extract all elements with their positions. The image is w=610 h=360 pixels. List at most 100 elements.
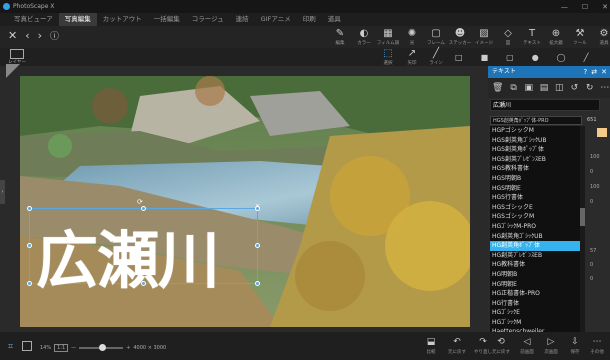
bring-front-icon[interactable]: ▣ <box>524 83 534 93</box>
zoom-slider-knob[interactable] <box>99 344 107 351</box>
menu-item[interactable]: コラージュ <box>186 13 230 26</box>
maximize-button[interactable]: ☐ <box>582 3 588 11</box>
zoom-out-icon[interactable]: — <box>71 345 76 351</box>
bottom-prev-button[interactable]: ◁ 前画面 <box>516 337 538 355</box>
font-list-item[interactable]: HG教科書体 <box>490 260 580 270</box>
text-color-swatch[interactable] <box>597 128 607 137</box>
bottom-undo-button[interactable]: ↶ 元に戻す <box>446 337 468 355</box>
minimize-button[interactable]: — <box>561 3 568 11</box>
font-list-item[interactable]: HGS創英角ｺﾞｼｯｸUB <box>490 136 580 146</box>
zoom-box[interactable]: 1:1 <box>54 344 69 352</box>
resize-handle[interactable] <box>27 206 32 211</box>
font-list-item[interactable]: HGS創英ﾌﾟﾚｾﾞﾝｽEB <box>490 155 580 165</box>
resize-handle[interactable] <box>141 206 146 211</box>
font-size-value[interactable]: 651 <box>587 116 601 125</box>
property-value[interactable]: 0 <box>590 276 608 282</box>
back-icon[interactable]: ‹ <box>25 29 29 42</box>
menu-item[interactable]: 写真ビューア <box>8 13 59 26</box>
property-value[interactable]: 0 <box>590 199 608 205</box>
rotate-right-icon[interactable]: ↻ <box>585 83 595 93</box>
toolbar-text-button[interactable]: T テキスト <box>519 28 545 46</box>
font-list-item[interactable]: HGS創英角ﾎﾟｯﾌﾟ体 <box>490 145 580 155</box>
property-value[interactable]: 100 <box>590 184 608 190</box>
menu-item[interactable]: 連結 <box>230 13 255 26</box>
close-icon[interactable]: ✕ <box>8 29 17 42</box>
resize-handle[interactable] <box>255 243 260 248</box>
sub-arrow-button[interactable]: ↗ 矢印 <box>399 48 425 66</box>
delete-icon[interactable]: 🗑 <box>492 83 503 93</box>
rotate-left-icon[interactable]: ↺ <box>569 83 579 93</box>
resize-handle[interactable] <box>27 243 32 248</box>
duplicate-icon[interactable]: ⧉ <box>508 83 518 93</box>
menu-item[interactable]: 一括編集 <box>148 13 186 26</box>
font-list-item[interactable]: HGSゴシックM <box>490 212 580 222</box>
fill-rect-icon[interactable]: ■ <box>481 53 489 62</box>
font-list-item[interactable]: HGｺﾞｼｯｸM <box>490 318 580 328</box>
text-input[interactable]: 広瀬川 <box>490 99 600 111</box>
font-list-item[interactable]: HGｺﾞｼｯｸE <box>490 308 580 318</box>
menu-item[interactable]: 道具 <box>322 13 347 26</box>
toolbar-tool-button[interactable]: ⚒ ツール <box>567 28 593 46</box>
font-list-item[interactable]: HGPゴシックM <box>490 126 580 136</box>
delete-layer-icon[interactable]: ✕ <box>255 203 260 210</box>
resize-handle[interactable] <box>141 281 146 286</box>
send-back-icon[interactable]: ▤ <box>539 83 549 93</box>
bottom-save-button[interactable]: ⇩ 保存 <box>564 337 586 355</box>
close-window-button[interactable]: ✕ <box>602 3 608 11</box>
bottom-next-button[interactable]: ▷ 次画面 <box>540 337 562 355</box>
toolbar-figure-button[interactable]: ◇ 図 <box>495 28 521 46</box>
rect-shape-icon[interactable]: □ <box>455 53 463 62</box>
info-icon[interactable]: ⓘ <box>50 29 59 42</box>
font-list-item[interactable]: HG正楷書体-PRO <box>490 289 580 299</box>
resize-handle[interactable] <box>255 281 260 286</box>
toolbar-sticker-button[interactable]: ☻ ステッカー <box>447 28 473 46</box>
menu-item[interactable]: GIFアニメ <box>255 13 297 26</box>
bottom-more-button[interactable]: ⋯ その他 <box>586 337 608 355</box>
circle-shape-icon[interactable]: ● <box>532 53 539 62</box>
font-list-item[interactable]: HGS明朝B <box>490 174 580 184</box>
font-list-item[interactable]: HG創英ﾌﾟﾚｾﾞﾝｽEB <box>490 251 580 261</box>
menu-item[interactable]: 印刷 <box>297 13 322 26</box>
grid-icon[interactable]: ⌗ <box>8 342 13 352</box>
zoom-in-icon[interactable]: + <box>126 345 130 351</box>
font-list-item[interactable]: HGS教科書体 <box>490 164 580 174</box>
layer-button[interactable]: レイヤー <box>6 49 28 65</box>
sub-select-button[interactable]: ⬚ 選択 <box>375 48 401 66</box>
bottom-compare-button[interactable]: ⬓ 比較 <box>420 337 442 355</box>
round-rect-icon[interactable]: ▢ <box>506 53 514 62</box>
menu-item[interactable]: カットアウト <box>97 13 148 26</box>
toolbar-light-button[interactable]: ✺ 光 <box>399 28 425 46</box>
bottom-revert-button[interactable]: ⟲ 元に戻す <box>490 337 512 355</box>
font-list-item[interactable]: HG創英角ｺﾞｼｯｸUB <box>490 232 580 242</box>
font-select[interactable]: HGS創英角ﾎﾟｯﾌﾟ体-PRO <box>490 116 582 125</box>
font-list-item[interactable]: HGSゴシックE <box>490 203 580 213</box>
resize-handle[interactable] <box>27 281 32 286</box>
pin-icon[interactable]: ⇄ <box>591 66 597 78</box>
menu-item[interactable]: 写真編集 <box>58 13 97 26</box>
zoom-slider[interactable] <box>79 344 124 351</box>
pen-tool-icon[interactable]: ╱ <box>584 53 589 62</box>
font-list-item[interactable]: HGｺﾞｼｯｸM-PRO <box>490 222 580 232</box>
toolbar-edit-button[interactable]: ✎ 編集 <box>327 28 353 46</box>
overlay-text[interactable]: 広瀬川 <box>36 210 220 300</box>
font-list[interactable]: HGPゴシックM HGS創英角ｺﾞｼｯｸUB HGS創英角ﾎﾟｯﾌﾟ体 HGS創英ﾌﾟ… <box>490 126 580 332</box>
close-panel-icon[interactable]: ✕ <box>601 66 607 78</box>
property-value[interactable]: 0 <box>590 262 608 268</box>
toolbar-color-button[interactable]: ◐ カラー <box>351 28 377 46</box>
ellipse-shape-icon[interactable]: ◯ <box>557 53 566 62</box>
font-list-item[interactable]: HG創英角ﾎﾟｯﾌﾟ体 <box>490 241 580 251</box>
more-options-icon[interactable]: ⋯ <box>600 83 610 93</box>
sub-line-button[interactable]: ╱ ライン <box>423 48 449 66</box>
toolbar-tools-button[interactable]: ⚙ 道具 <box>591 28 610 46</box>
canvas-left-handle[interactable]: › <box>0 180 5 204</box>
flip-icon[interactable]: ◫ <box>554 83 564 93</box>
toolbar-image-button[interactable]: ▨ イメージ <box>471 28 497 46</box>
font-list-scrollbar[interactable] <box>580 126 585 332</box>
property-value[interactable]: 0 <box>590 169 608 175</box>
font-list-item[interactable]: HGS明朝E <box>490 184 580 194</box>
help-icon[interactable]: ? <box>584 66 588 78</box>
toolbar-magnifier-button[interactable]: ⊕ 拡大鏡 <box>543 28 569 46</box>
scroll-thumb[interactable] <box>580 208 585 226</box>
property-value[interactable]: 57 <box>590 248 608 254</box>
font-list-item[interactable]: HGS行書体 <box>490 193 580 203</box>
